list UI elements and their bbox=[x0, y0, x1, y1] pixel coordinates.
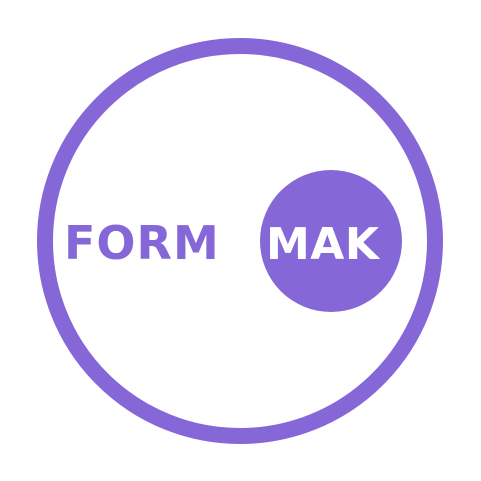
formmak-logo: FORM MAK bbox=[37, 38, 443, 444]
logo-word-form: FORM bbox=[64, 216, 220, 270]
logo-word-mak: MAK bbox=[266, 219, 381, 270]
